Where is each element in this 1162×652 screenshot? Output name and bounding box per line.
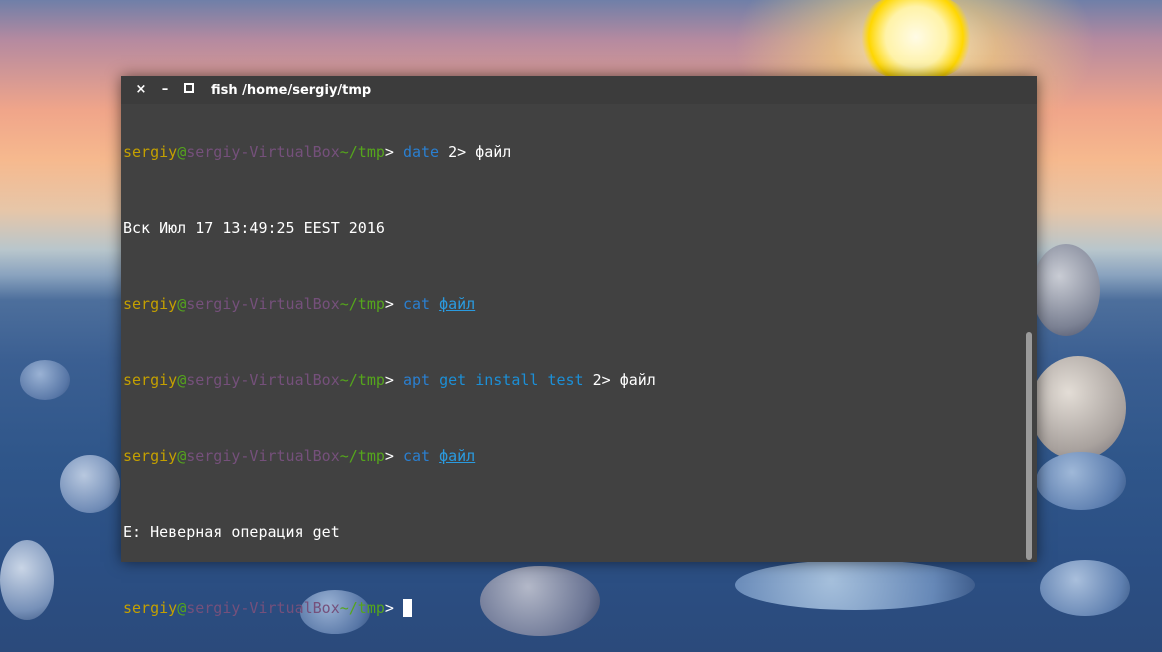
- terminal-output-line: Вск Июл 17 13:49:25 EEST 2016: [123, 219, 1023, 238]
- maximize-icon: [184, 83, 194, 93]
- prompt-cwd: ~/tmp: [339, 143, 385, 161]
- text-cursor: [402, 599, 412, 617]
- wallpaper-stone: [20, 360, 70, 400]
- command-subcommand: get: [439, 371, 467, 389]
- command-args: 2> файл: [439, 143, 512, 161]
- minimize-icon: –: [161, 82, 169, 97]
- prompt-cwd: ~/tmp: [339, 599, 385, 617]
- sun: [855, 0, 977, 82]
- terminal-line: sergiy@sergiy-VirtualBox~/tmp> cat файл: [123, 447, 1023, 466]
- wallpaper-stone: [1040, 560, 1130, 616]
- terminal-line: sergiy@sergiy-VirtualBox~/tmp> date 2> ф…: [123, 143, 1023, 162]
- command-name: cat: [402, 295, 431, 313]
- file-link[interactable]: файл: [439, 447, 475, 465]
- terminal-output-line: E: Неверная операция get: [123, 523, 1023, 542]
- scrollbar[interactable]: [1026, 332, 1032, 560]
- prompt-host: sergiy-VirtualBox: [186, 143, 340, 161]
- command-output: Вск Июл 17 13:49:25 EEST 2016: [123, 219, 385, 237]
- command-name: date: [402, 143, 440, 161]
- window-path: /home/sergiy/tmp: [242, 83, 372, 98]
- prompt-at: @: [177, 599, 187, 617]
- prompt-at: @: [177, 143, 187, 161]
- prompt-user: sergiy: [123, 371, 178, 389]
- wallpaper-stone: [1032, 244, 1100, 336]
- wallpaper-stone: [1036, 452, 1126, 510]
- wallpaper-stone: [0, 540, 54, 620]
- file-link[interactable]: файл: [439, 295, 475, 313]
- command-output: E: Неверная операция get: [123, 523, 340, 541]
- wallpaper-stone: [60, 455, 120, 513]
- wallpaper-stone: [1030, 356, 1126, 460]
- terminal-output[interactable]: sergiy@sergiy-VirtualBox~/tmp> date 2> ф…: [123, 105, 1023, 617]
- prompt-host: sergiy-VirtualBox: [186, 599, 340, 617]
- prompt-cwd: ~/tmp: [339, 371, 385, 389]
- prompt-at: @: [177, 447, 187, 465]
- prompt-symbol: >: [384, 371, 403, 389]
- prompt-symbol: >: [384, 143, 403, 161]
- close-button[interactable]: ×: [132, 81, 150, 99]
- prompt-user: sergiy: [123, 447, 178, 465]
- prompt-host: sergiy-VirtualBox: [186, 295, 340, 313]
- command-args: 2> файл: [583, 371, 656, 389]
- command-name: cat: [402, 447, 431, 465]
- prompt-user: sergiy: [123, 599, 178, 617]
- prompt-cwd: ~/tmp: [339, 295, 385, 313]
- minimize-button[interactable]: –: [156, 81, 174, 99]
- terminal-line[interactable]: sergiy@sergiy-VirtualBox~/tmp>: [123, 599, 1023, 618]
- prompt-user: sergiy: [123, 295, 178, 313]
- prompt-host: sergiy-VirtualBox: [186, 371, 340, 389]
- command-name: apt: [402, 371, 431, 389]
- prompt-user: sergiy: [123, 143, 178, 161]
- window-title: fish /home/sergiy/tmp: [211, 82, 371, 99]
- window-app-name: fish: [211, 83, 238, 98]
- prompt-symbol: >: [384, 295, 403, 313]
- prompt-cwd: ~/tmp: [339, 447, 385, 465]
- prompt-at: @: [177, 371, 187, 389]
- prompt-host: sergiy-VirtualBox: [186, 447, 340, 465]
- prompt-symbol: >: [384, 447, 403, 465]
- close-icon: ×: [135, 82, 147, 97]
- command-subcommand: install: [475, 371, 539, 389]
- prompt-symbol: >: [384, 599, 403, 617]
- title-bar[interactable]: × – fish /home/sergiy/tmp: [121, 76, 1037, 104]
- command-subcommand: test: [547, 371, 584, 389]
- terminal-window[interactable]: × – fish /home/sergiy/tmp sergiy@sergiy-…: [121, 76, 1037, 617]
- maximize-button[interactable]: [180, 81, 198, 99]
- terminal-line: sergiy@sergiy-VirtualBox~/tmp> apt get i…: [123, 371, 1023, 390]
- prompt-at: @: [177, 295, 187, 313]
- terminal-line: sergiy@sergiy-VirtualBox~/tmp> cat файл: [123, 295, 1023, 314]
